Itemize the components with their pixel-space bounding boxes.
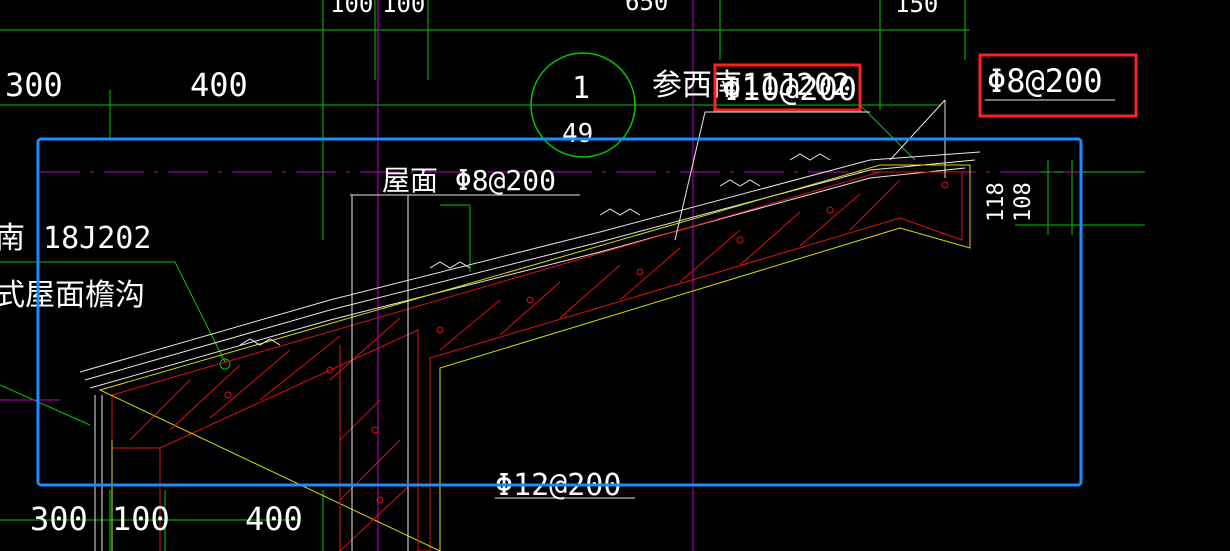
rebar-label-phi8: Φ8@200	[987, 62, 1103, 100]
cad-drawing-canvas[interactable]: 1 49 100 100 650 150 300 400 300 100 400…	[0, 0, 1230, 551]
highlight-blue-selection[interactable]	[36, 137, 1083, 487]
dim-bottom-300: 300	[30, 500, 88, 538]
dim-top-2: 100	[382, 0, 425, 18]
dim-right-118: 118	[984, 182, 1009, 222]
rebar-label-phi10: Φ10@200	[722, 70, 857, 108]
left-note-atlas: 南 18J202	[0, 221, 151, 256]
highlight-red-box-1[interactable]: Φ10@200	[713, 63, 862, 112]
callout-sheet: 49	[562, 119, 593, 149]
dim-right-108: 108	[1011, 182, 1036, 222]
highlight-red-box-2[interactable]: Φ8@200	[978, 53, 1138, 118]
annotation-texts: 参西南11J202 屋面 Φ8@200 Φ12@200 南 18J202 式屋面…	[0, 68, 1115, 503]
dim-top-1: 100	[330, 0, 373, 18]
dim-bottom-100: 100	[112, 500, 170, 538]
dim-upper-300: 300	[5, 66, 63, 104]
detail-callout[interactable]: 1 49	[530, 52, 640, 158]
roof-rebar-label: 屋面 Φ8@200	[382, 164, 556, 197]
dim-top-3: 650	[625, 0, 668, 16]
callout-number: 1	[572, 71, 590, 106]
dim-top-4: 150	[895, 0, 938, 18]
dim-bottom-400: 400	[245, 500, 303, 538]
dim-upper-400: 400	[190, 66, 248, 104]
left-note-gutter: 式屋面檐沟	[0, 278, 145, 313]
